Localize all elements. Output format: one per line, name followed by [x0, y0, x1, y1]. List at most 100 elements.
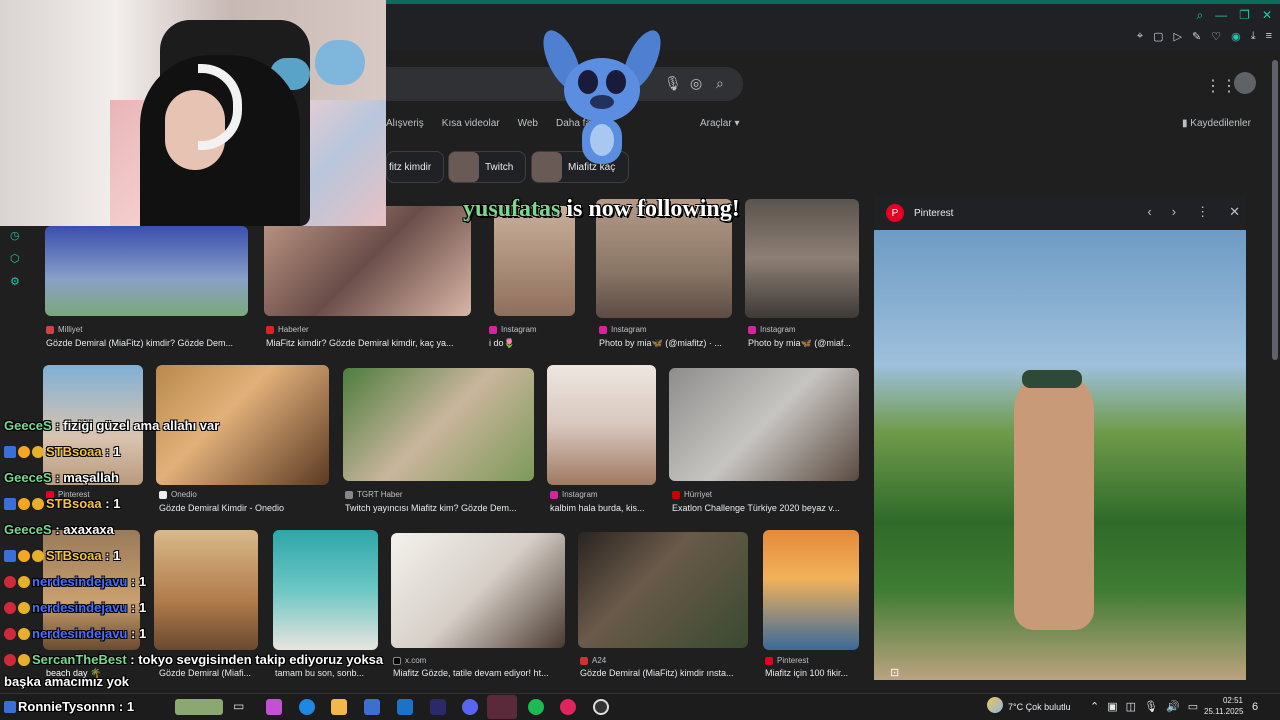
- premiere-icon[interactable]: [430, 699, 446, 715]
- volume-icon[interactable]: 🔊: [1166, 700, 1180, 713]
- edge-icon[interactable]: [299, 699, 315, 715]
- result-image[interactable]: [154, 530, 258, 650]
- badge-icon: [4, 498, 16, 510]
- lens-icon[interactable]: ◎: [690, 75, 702, 92]
- chip-kimdir[interactable]: fitz kimdir: [386, 151, 444, 183]
- result-title[interactable]: Miafitz için 100 fikir...: [765, 668, 860, 678]
- search-icon[interactable]: ⌕: [1196, 8, 1203, 23]
- headband-shape: [1022, 370, 1082, 388]
- download-icon[interactable]: ⤓: [1251, 30, 1256, 43]
- file-explorer-icon[interactable]: [331, 699, 347, 715]
- opera-icon[interactable]: [560, 699, 576, 715]
- result-image[interactable]: [273, 530, 378, 650]
- result-source: Milliyet: [46, 325, 82, 334]
- chat-text: : 1: [131, 626, 147, 641]
- chevron-up-icon[interactable]: ⌃: [1090, 700, 1099, 713]
- clock-time[interactable]: 02:51: [1211, 696, 1243, 705]
- plush-toy-shape: [315, 40, 365, 85]
- play-icon[interactable]: ▷: [1174, 30, 1182, 43]
- result-title[interactable]: Twitch yayıncısı Miafitz kim? Gözde Dem.…: [345, 503, 534, 513]
- chat-user: nerdesindejavu: [32, 574, 128, 589]
- chip-twitch[interactable]: Twitch: [448, 151, 526, 183]
- result-title[interactable]: MiaFitz kimdir? Gözde Demiral kimdir, ka…: [266, 338, 471, 348]
- tools-menu[interactable]: Araçlar ▾: [700, 118, 740, 129]
- mic-icon[interactable]: 🎙: [664, 75, 682, 92]
- restore-icon[interactable]: ❐: [1239, 8, 1250, 23]
- pin-icon[interactable]: ⌖: [1137, 30, 1143, 43]
- result-title[interactable]: i do🌷: [489, 338, 579, 349]
- tab-web[interactable]: Web: [518, 118, 538, 132]
- result-image[interactable]: [343, 368, 534, 481]
- heart-icon[interactable]: ♡: [1211, 30, 1221, 43]
- chip-thumb: [449, 152, 479, 182]
- history-icon[interactable]: ◷: [10, 229, 20, 242]
- saved-button[interactable]: ▮ Kaydedilenler: [1182, 118, 1251, 129]
- result-image[interactable]: [45, 226, 248, 316]
- webcam-overlay: [0, 0, 386, 226]
- result-title[interactable]: Gözde Demiral Kimdir - Onedio: [159, 503, 329, 513]
- site-favicon: [765, 656, 773, 665]
- result-title[interactable]: beach day 🌴: [46, 668, 141, 679]
- result-image[interactable]: [391, 533, 565, 648]
- chevron-left-icon[interactable]: ‹: [1147, 204, 1151, 220]
- account-icon[interactable]: ◉: [1231, 30, 1241, 43]
- scrollbar[interactable]: [1272, 60, 1278, 360]
- result-title[interactable]: Miafitz Gözde, tatile devam ediyor! ht..…: [393, 668, 565, 678]
- source-label: Hürriyet: [684, 490, 713, 499]
- close-icon[interactable]: ✕: [1229, 204, 1240, 220]
- minimize-icon[interactable]: —: [1215, 8, 1227, 23]
- result-title[interactable]: Gözde Demiral (Miafi...: [159, 668, 259, 678]
- settings-icon[interactable]: ⚙: [10, 275, 20, 288]
- result-title[interactable]: tamam bu son, sonb...: [275, 668, 378, 678]
- lens-search-icon[interactable]: ⊡: [890, 666, 899, 679]
- app-tray-icon[interactable]: ▣: [1107, 700, 1117, 713]
- menu-icon[interactable]: ≡: [1266, 30, 1272, 43]
- spotify-icon[interactable]: [528, 699, 544, 715]
- result-title[interactable]: kalbim hala burda, kis...: [550, 503, 656, 513]
- close-icon[interactable]: ✕: [1262, 8, 1272, 23]
- preview-image[interactable]: ⊡: [874, 230, 1246, 680]
- battery-icon[interactable]: ▭: [1188, 700, 1198, 713]
- outlook-icon[interactable]: [397, 699, 413, 715]
- apps-grid-icon[interactable]: ⋮⋮: [1205, 76, 1237, 96]
- browser-taskbar-icon[interactable]: [487, 695, 517, 719]
- chip-label: Twitch: [485, 161, 514, 173]
- badge-icon: [4, 701, 16, 713]
- search-widget[interactable]: [175, 699, 223, 715]
- mic-icon[interactable]: 🎙: [1144, 700, 1158, 713]
- network-icon[interactable]: ◫: [1126, 700, 1136, 713]
- result-title[interactable]: Photo by mia🦋 (@miaf...: [748, 338, 860, 349]
- tab-short-videos[interactable]: Kısa videolar: [442, 118, 500, 132]
- preview-source[interactable]: Pinterest: [914, 208, 953, 219]
- clock-date[interactable]: 25.11.2025: [1204, 707, 1243, 716]
- copilot-icon[interactable]: [266, 699, 282, 715]
- obs-icon[interactable]: [593, 699, 609, 715]
- notification-icon[interactable]: 6: [1252, 701, 1258, 713]
- result-image[interactable]: [669, 368, 859, 481]
- more-icon[interactable]: ⋮: [1196, 204, 1209, 220]
- badge-icon: [32, 498, 44, 510]
- store-icon[interactable]: [364, 699, 380, 715]
- weather-text[interactable]: 7°C Çok bulutlu: [1008, 702, 1071, 712]
- result-image[interactable]: [745, 199, 859, 318]
- result-title[interactable]: Exatlon Challenge Türkiye 2020 beyaz v..…: [672, 503, 858, 513]
- chevron-right-icon[interactable]: ›: [1172, 204, 1176, 220]
- result-title[interactable]: Gözde Demiral (MiaFitz) kimdir ınsta...: [580, 668, 748, 678]
- result-title[interactable]: Gözde Demiral (MiaFitz) kimdir? Gözde De…: [46, 338, 250, 348]
- shortcut-icon[interactable]: ⬡: [10, 252, 20, 265]
- tab-icon[interactable]: ▢: [1153, 30, 1163, 43]
- avatar[interactable]: [1234, 72, 1256, 94]
- result-image[interactable]: [547, 365, 656, 485]
- extension-icons: ⌖ ▢ ▷ ✎ ♡ ◉ ⤓ ≡: [1137, 30, 1272, 43]
- tab-shopping[interactable]: Alışveriş: [386, 118, 424, 132]
- edit-icon[interactable]: ✎: [1192, 30, 1201, 43]
- discord-icon[interactable]: [462, 699, 478, 715]
- result-image[interactable]: [763, 530, 859, 650]
- result-title[interactable]: Photo by mia🦋 (@miafitz) · ...: [599, 338, 733, 349]
- chat-message: STBsoaa : 1: [4, 548, 120, 563]
- task-view-icon[interactable]: ▭: [233, 699, 249, 715]
- result-image[interactable]: [578, 532, 748, 648]
- search-icon[interactable]: ⌕: [716, 75, 724, 92]
- site-favicon: [46, 325, 54, 334]
- result-source: Instagram: [599, 325, 647, 334]
